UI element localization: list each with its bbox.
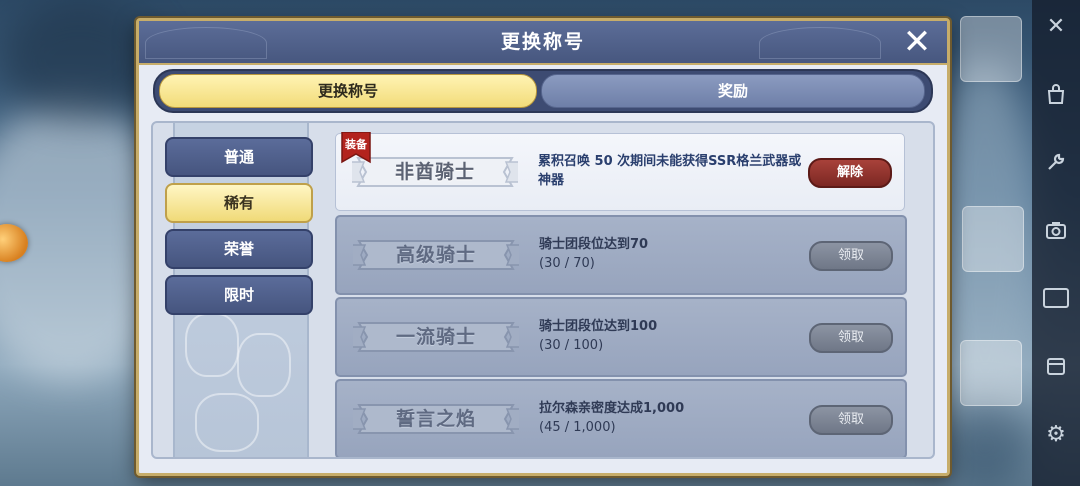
title-condition: 累积召唤 50 次期间未能获得SSR格兰武器或神器 [538,154,802,188]
tab-bar: 更换称号 奖励 [153,69,933,113]
close-icon[interactable]: ✕ [1036,6,1076,46]
decorative-pattern [237,333,291,397]
camera-icon[interactable] [1036,210,1076,250]
title-card[interactable]: 誓言之焰 拉尔森亲密度达成1,000 (45 / 1,000) 领取 [335,379,907,457]
tab-rewards[interactable]: 奖励 [541,74,925,108]
close-button[interactable]: ✕ [897,25,937,61]
side-toolbar: ✕ ⚙ [1032,0,1080,486]
title-name: 非酋骑士 [394,161,475,183]
unequip-button[interactable]: 解除 [808,158,892,188]
background-scenery [940,400,1030,486]
category-common[interactable]: 普通 [165,137,313,177]
condition-progress: (45 / 1,000) [539,420,616,435]
condition-progress: (30 / 100) [539,338,604,353]
category-honor[interactable]: 荣誉 [165,229,313,269]
category-rare[interactable]: 稀有 [165,183,313,223]
decorative-pattern [185,313,239,377]
calendar-icon[interactable] [1036,346,1076,386]
game-screen: ✕ ⚙ 更换称号 ✕ 更换称号 奖励 普通 稀有 荣誉 限时 非酋骑士 装备 累… [0,0,1080,486]
equipped-tag: 装备 [340,131,372,164]
equipped-tag-label: 装备 [345,138,367,151]
title-banner: 誓言之焰 [351,399,521,439]
title-card[interactable]: 一流骑士 骑士团段位达到100 (30 / 100) 领取 [335,297,907,377]
title-condition: 骑士团段位达到70 (30 / 70) [539,235,809,273]
title-condition: 骑士团段位达到100 (30 / 100) [539,317,809,355]
condition-text: 拉尔森亲密度达成1,000 [539,401,685,416]
claim-button[interactable]: 领取 [809,405,893,435]
condition-text: 骑士团段位达到70 [539,237,649,252]
title-banner: 非酋骑士 [350,152,520,192]
event-widget[interactable] [960,16,1022,82]
content-panel: 普通 稀有 荣誉 限时 非酋骑士 装备 累积召唤 50 次期间未能获得SSR格兰… [151,121,935,459]
gear-icon[interactable]: ⚙ [1036,414,1076,454]
title-list: 非酋骑士 装备 累积召唤 50 次期间未能获得SSR格兰武器或神器 解除 高级骑… [335,131,907,457]
claim-button[interactable]: 领取 [809,241,893,271]
category-limited[interactable]: 限时 [165,275,313,315]
dialog-title: 更换称号 [500,31,585,53]
title-card[interactable]: 非酋骑士 装备 累积召唤 50 次期间未能获得SSR格兰武器或神器 解除 [335,131,905,211]
dialog-header: 更换称号 ✕ [139,21,947,65]
video-icon[interactable] [1036,278,1076,318]
wrench-icon[interactable] [1036,142,1076,182]
tab-change-title[interactable]: 更换称号 [159,74,537,108]
title-name: 一流骑士 [395,326,476,348]
title-banner: 一流骑士 [351,317,521,357]
title-name: 高级骑士 [395,244,476,266]
title-name: 誓言之焰 [395,408,476,430]
title-condition: 拉尔森亲密度达成1,000 (45 / 1,000) [539,399,809,437]
event-widget[interactable] [962,206,1024,272]
decorative-pattern [195,393,259,452]
change-title-dialog: 更换称号 ✕ 更换称号 奖励 普通 稀有 荣誉 限时 非酋骑士 装备 累积召唤 … [136,18,950,476]
close-icon: ✕ [902,22,932,62]
title-card[interactable]: 高级骑士 骑士团段位达到70 (30 / 70) 领取 [335,215,907,295]
shop-bag-icon[interactable] [1036,74,1076,114]
condition-text: 骑士团段位达到100 [539,319,658,334]
claim-button[interactable]: 领取 [809,323,893,353]
event-widget[interactable] [960,340,1022,406]
title-banner: 高级骑士 [351,235,521,275]
condition-progress: (30 / 70) [539,256,595,271]
